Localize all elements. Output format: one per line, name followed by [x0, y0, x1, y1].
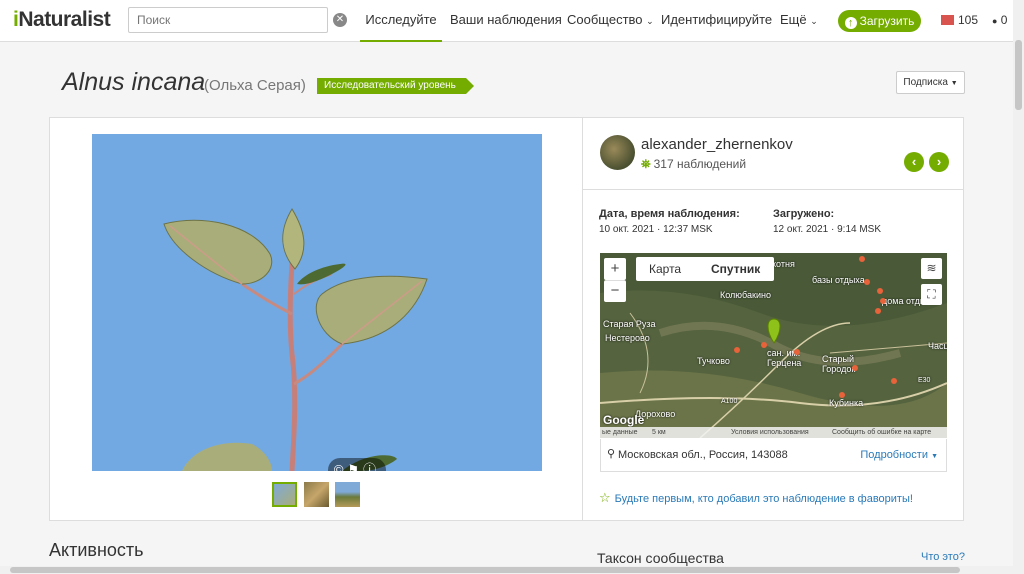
inaturalist-logo[interactable]: iNaturalist: [13, 8, 111, 32]
nav-more-label: Ещё: [780, 12, 807, 27]
flag-icon[interactable]: ⚑: [347, 462, 363, 471]
nav-your-observations[interactable]: Ваши наблюдения: [450, 0, 562, 42]
top-navbar: iNaturalist ✕ Исследуйте Ваши наблюдения…: [0, 0, 1024, 42]
map-report-link[interactable]: Сообщить об ошибке на карте: [832, 427, 931, 438]
nav-identify[interactable]: Идентифицируйте: [661, 0, 772, 42]
divider: [583, 189, 963, 190]
nav-more[interactable]: Ещё ⌄: [780, 0, 818, 42]
thumbnail-2[interactable]: [304, 482, 329, 507]
favorite-label: Будьте первым, кто добавил это наблюдени…: [614, 493, 913, 505]
fullscreen-icon[interactable]: ⛶: [921, 284, 942, 305]
prev-observation-button[interactable]: ‹: [904, 152, 924, 172]
map-terms-link[interactable]: Условия использования: [731, 427, 809, 438]
map-data-credit: ые данные: [602, 429, 638, 436]
species-title: Alnus incana: [62, 68, 206, 96]
map-tab[interactable]: Карта: [649, 257, 681, 281]
favorite-link[interactable]: ☆ Будьте первым, кто добавил это наблюден…: [599, 490, 913, 506]
scrollbar-thumb[interactable]: [1015, 40, 1022, 110]
observation-map[interactable]: Старая Руза Нестерово Колюбакино Тучково…: [600, 253, 947, 438]
photo-controls: ©⚑ⓘ: [328, 458, 386, 471]
star-icon: ☆: [599, 490, 611, 505]
layers-icon[interactable]: ≋: [921, 258, 942, 279]
map-attribution: ые данные 5 км Условия использования Соо…: [600, 427, 947, 438]
subscribe-label: Подписка: [903, 77, 948, 88]
copyright-icon[interactable]: ©: [334, 462, 348, 471]
uploaded-label: Загружено:: [773, 208, 835, 220]
alder-leaves-image: [163, 208, 428, 471]
photo-panel: ©⚑ⓘ: [49, 117, 583, 521]
messages-count: 105: [958, 13, 979, 27]
details-label: Подробности: [860, 449, 928, 461]
observer-observations[interactable]: ⛯ 317 наблюдений: [641, 157, 746, 172]
nav-explore[interactable]: Исследуйте: [360, 0, 442, 42]
upload-label: Загрузить: [859, 14, 915, 28]
observation-photo[interactable]: ©⚑ⓘ: [92, 134, 542, 471]
observed-label: Дата, время наблюдения:: [599, 208, 740, 220]
notifications-link[interactable]: ● 0: [992, 13, 1007, 27]
whats-this-link[interactable]: Что это?: [921, 551, 965, 563]
uploaded-value: 12 окт. 2021 · 9:14 MSK: [773, 224, 882, 235]
map-type-toggle: Карта Спутник: [636, 257, 774, 281]
nav-community[interactable]: Сообщество ⌄: [567, 0, 654, 42]
upload-button[interactable]: ↑ Загрузить: [838, 10, 921, 32]
map-scale: 5 км: [652, 429, 666, 436]
messages-link[interactable]: 105: [941, 13, 978, 27]
map-pin-icon: ⚲: [607, 448, 616, 460]
plus-circle-icon: ↑: [844, 17, 857, 29]
nav-community-label: Сообщество: [567, 12, 643, 27]
logo-text: Naturalist: [18, 8, 111, 31]
caret-down-icon: ▼: [931, 453, 938, 460]
community-taxon-heading: Таксон сообщества: [597, 550, 724, 566]
thumbnail-1[interactable]: [272, 482, 297, 507]
binoculars-icon: ⛯: [641, 157, 651, 171]
activity-heading: Активность: [49, 540, 144, 560]
vertical-scrollbar[interactable]: [1013, 0, 1024, 574]
chevron-down-icon: ⌄: [810, 16, 818, 26]
avatar[interactable]: [600, 135, 635, 170]
info-icon[interactable]: ⓘ: [363, 462, 380, 471]
caret-down-icon: ▼: [950, 80, 958, 87]
zoom-in-button[interactable]: +: [604, 258, 626, 280]
clear-search-icon[interactable]: ✕: [333, 13, 347, 27]
scrollbar-thumb[interactable]: [10, 567, 960, 573]
quality-grade-badge: Исследовательский уровень: [317, 78, 474, 94]
search-input[interactable]: [128, 7, 328, 33]
location-row: ⚲ Московская обл., Россия, 143088 Подроб…: [600, 439, 947, 472]
observation-details-panel: alexander_zhernenkov ⛯ 317 наблюдений ‹ ›…: [582, 117, 964, 521]
satellite-tab[interactable]: Спутник: [711, 257, 760, 281]
observation-count: 317 наблюдений: [653, 157, 747, 171]
observer-username[interactable]: alexander_zhernenkov: [641, 136, 793, 153]
dot-icon: ●: [992, 16, 998, 26]
observed-value: 10 окт. 2021 · 12:37 MSK: [599, 224, 713, 235]
common-name: (Ольха Серая): [204, 77, 306, 94]
notifications-count: 0: [1000, 13, 1008, 27]
envelope-icon: [941, 15, 954, 25]
google-logo: Google: [603, 413, 645, 427]
details-dropdown[interactable]: Подробности ▼: [860, 449, 938, 461]
zoom-out-button[interactable]: −: [604, 280, 626, 302]
chevron-down-icon: ⌄: [646, 16, 654, 26]
thumbnail-3[interactable]: [335, 482, 360, 507]
horizontal-scrollbar[interactable]: [0, 566, 1013, 574]
location-text: Московская обл., Россия, 143088: [618, 449, 788, 461]
subscribe-button[interactable]: Подписка ▼: [896, 71, 965, 94]
next-observation-button[interactable]: ›: [929, 152, 949, 172]
